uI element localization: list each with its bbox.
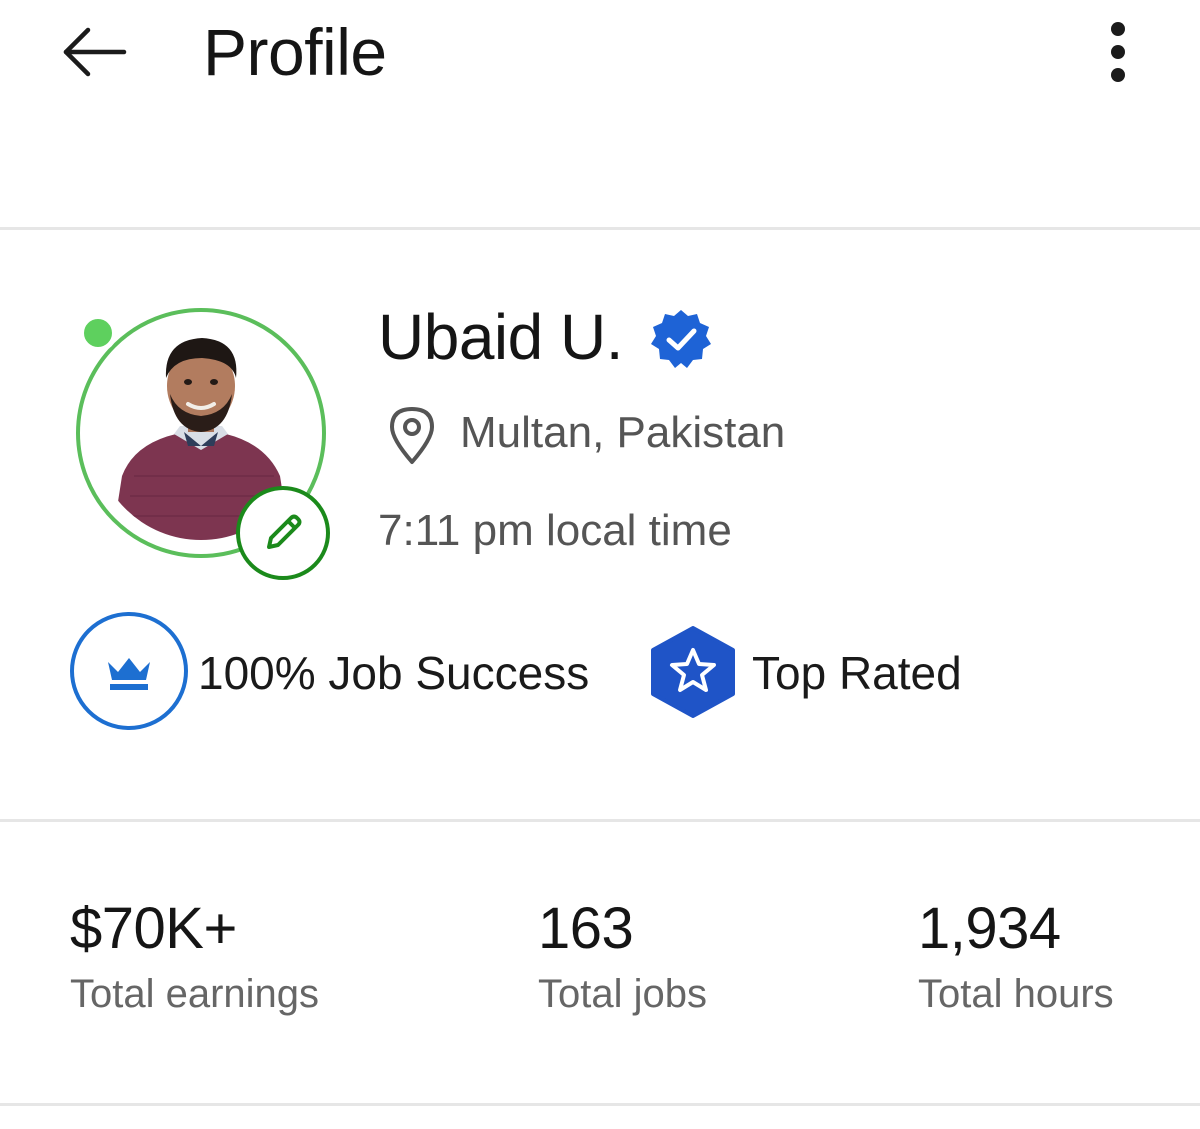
- stat-value: $70K+: [70, 896, 237, 961]
- arrow-left-icon: [63, 27, 127, 77]
- stat-label: Total hours: [918, 972, 1114, 1016]
- edit-avatar-button[interactable]: [236, 486, 330, 580]
- verified-badge-icon: [651, 310, 711, 368]
- profile-divider: [0, 819, 1200, 822]
- stat-value: 1,934: [918, 896, 1061, 961]
- avatar[interactable]: [76, 308, 330, 580]
- stat-total-earnings: $70K+ Total earnings: [70, 896, 319, 1018]
- stat-total-jobs: 163 Total jobs: [538, 896, 707, 1018]
- star-hexagon-icon[interactable]: [649, 626, 737, 718]
- crown-icon: [108, 658, 150, 690]
- stat-value: 163: [538, 896, 634, 961]
- more-vertical-icon: [1111, 22, 1125, 82]
- stats-divider: [0, 1103, 1200, 1106]
- stat-label: Total earnings: [70, 972, 320, 1016]
- top-rated-label: Top Rated: [752, 647, 962, 699]
- pencil-icon: [267, 514, 302, 549]
- back-button[interactable]: [60, 24, 130, 80]
- local-time-text: 7:11 pm local time: [378, 506, 732, 555]
- stat-label: Total jobs: [538, 972, 707, 1016]
- stat-total-hours: 1,934 Total hours: [918, 896, 1114, 1018]
- job-success-badge[interactable]: [70, 612, 188, 730]
- more-options-button[interactable]: [1098, 20, 1138, 86]
- app-header: Profile: [0, 0, 1200, 228]
- page-title: Profile: [203, 15, 387, 89]
- location-text: Multan, Pakistan: [460, 408, 786, 457]
- header-divider: [0, 227, 1200, 230]
- map-pin-icon: [390, 407, 434, 464]
- job-success-label: 100% Job Success: [198, 647, 590, 699]
- profile-screen: Profile Ubaid U. Multan, Pakistan 7:11 p…: [0, 0, 1200, 1129]
- profile-name: Ubaid U.: [378, 301, 624, 373]
- online-status-dot: [79, 314, 117, 352]
